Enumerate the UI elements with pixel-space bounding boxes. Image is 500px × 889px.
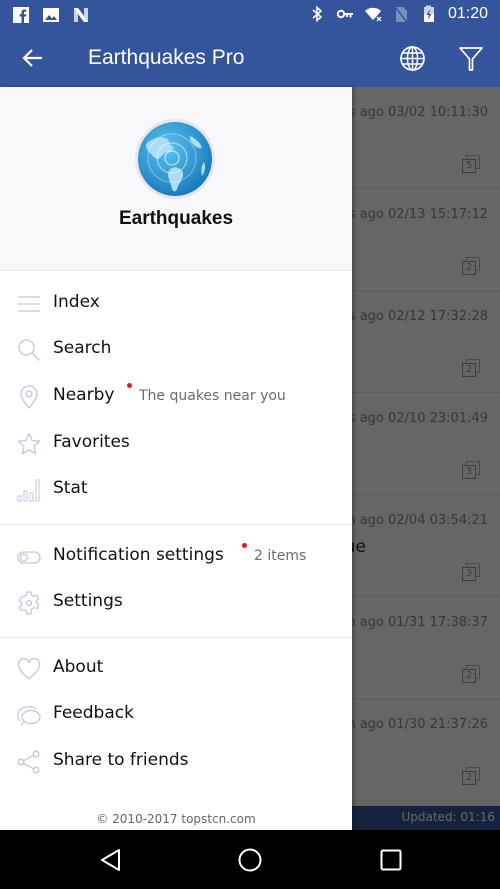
app-bar: Earthquakes Pro: [0, 30, 500, 87]
drawer-item-label: Share to friends: [53, 750, 189, 770]
drawer-divider: [0, 524, 352, 525]
battery-charging-icon: [423, 5, 434, 22]
globe-radar-icon: [135, 119, 215, 199]
toggle-icon: [17, 551, 41, 564]
gear-icon: [18, 591, 40, 615]
location-pin-icon: [20, 385, 38, 409]
chat-bubbles-icon: [17, 706, 41, 726]
drawer-item-label: Index: [53, 292, 100, 312]
new-badge-dot: [127, 383, 132, 388]
globe-icon[interactable]: [399, 45, 426, 72]
star-icon: [17, 432, 41, 455]
app-title: Earthquakes Pro: [88, 46, 245, 69]
drawer-item-share[interactable]: Share to friends: [0, 740, 352, 784]
bar-chart-icon: [17, 479, 40, 502]
drawer-item-feedback[interactable]: Feedback: [0, 693, 352, 737]
drawer-item-search[interactable]: Search: [0, 328, 352, 372]
clock: 01:20: [447, 5, 488, 22]
share-icon: [17, 750, 40, 774]
drawer-item-nearby[interactable]: Nearby The quakes near you: [0, 375, 352, 419]
drawer-header: Earthquakes: [0, 87, 352, 271]
n-app-icon: [74, 8, 88, 22]
drawer-item-label: Favorites: [53, 432, 130, 452]
navigation-drawer: Earthquakes Index Search Nearby The quak…: [0, 87, 352, 830]
filter-icon[interactable]: [458, 45, 484, 72]
no-sim-icon: [394, 6, 408, 23]
bluetooth-icon: [312, 5, 323, 23]
image-icon: [43, 8, 59, 22]
system-nav-bar: [0, 830, 500, 889]
drawer-item-index[interactable]: Index: [0, 282, 352, 326]
back-triangle-icon[interactable]: [98, 847, 124, 873]
drawer-item-notification-settings[interactable]: Notification settings 2 items: [0, 535, 352, 579]
menu-lines-icon: [18, 296, 40, 312]
drawer-item-settings[interactable]: Settings: [0, 581, 352, 625]
heart-icon: [17, 657, 41, 680]
search-icon: [18, 339, 40, 361]
drawer-item-label: Stat: [53, 478, 88, 498]
vpn-key-icon: [336, 9, 353, 19]
copyright-text: © 2010-2017 topstcn.com: [96, 812, 256, 826]
drawer-divider: [0, 637, 352, 638]
recents-square-icon[interactable]: [378, 847, 404, 873]
drawer-item-label: Feedback: [53, 703, 134, 723]
drawer-item-label: Search: [53, 338, 112, 358]
new-badge-dot: [242, 543, 247, 548]
drawer-item-favorites[interactable]: Favorites: [0, 422, 352, 466]
home-circle-icon[interactable]: [237, 847, 263, 873]
drawer-item-label: Notification settings: [53, 545, 224, 565]
drawer-item-about[interactable]: About: [0, 647, 352, 691]
facebook-icon: [13, 7, 29, 23]
status-bar: 01:20: [0, 0, 500, 30]
drawer-item-hint: 2 items: [254, 548, 307, 564]
arrow-left-icon[interactable]: [20, 45, 46, 71]
drawer-item-stat[interactable]: Stat: [0, 468, 352, 512]
wifi-no-internet-icon: [364, 7, 382, 22]
drawer-item-hint: The quakes near you: [139, 388, 286, 404]
drawer-brand-title: Earthquakes: [118, 208, 234, 229]
drawer-item-label: About: [53, 657, 104, 677]
drawer-item-label: Settings: [53, 591, 123, 611]
drawer-item-label: Nearby: [53, 385, 115, 405]
